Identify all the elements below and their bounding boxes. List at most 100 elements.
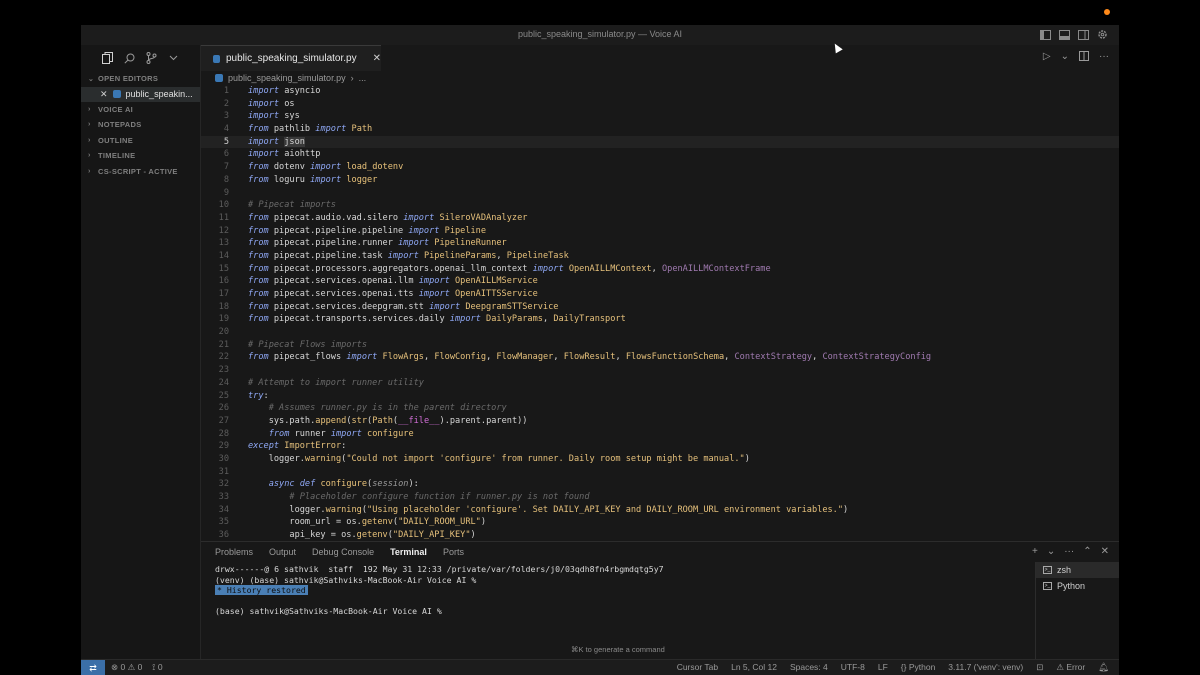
section-label: NOTEPADS — [98, 120, 142, 130]
indentation-status[interactable]: Spaces: 4 — [790, 662, 828, 673]
ports-status[interactable]: ⟟ 0 — [152, 662, 162, 673]
more-actions-icon[interactable]: ··· — [1099, 51, 1109, 64]
more-actions-icon[interactable]: ··· — [1064, 546, 1074, 557]
tab-public-speaking-simulator[interactable]: public_speaking_simulator.py ✕ — [201, 45, 381, 71]
toggle-panel-icon[interactable] — [1058, 28, 1071, 41]
history-restored-badge: * History restored — [215, 585, 308, 595]
errors-warnings-status[interactable]: ⊗ 0 ⚠ 0 — [111, 662, 142, 673]
editor-window: public_speaking_simulator.py — Voice AI — [81, 25, 1119, 675]
cursor-tab-status[interactable]: Cursor Tab — [677, 662, 718, 673]
code-line-active: 5 import json — [201, 135, 1119, 149]
code-line: 32 async def configure(session): — [218, 479, 419, 490]
voice-ai-section[interactable]: › VOICE AI — [81, 102, 200, 118]
search-icon[interactable] — [121, 50, 137, 66]
section-label: CS-SCRIPT - ACTIVE — [98, 166, 178, 176]
code-line: 9 — [223, 187, 229, 198]
settings-gear-icon[interactable] — [1096, 28, 1109, 41]
add-terminal-icon[interactable]: + — [1032, 546, 1038, 557]
chevron-down-icon[interactable] — [165, 50, 181, 66]
terminal-output[interactable]: drwx------@ 6 sathvik staff 192 May 31 1… — [215, 564, 664, 617]
remote-icon[interactable]: ⇄ — [81, 660, 105, 675]
code-line: 7 from dotenv import load_dotenv — [223, 162, 404, 173]
code-line: 30 logger.warning("Could not import 'con… — [218, 453, 750, 464]
code-line: 24 # Attempt to import runner utility — [218, 377, 424, 388]
run-icon[interactable]: ▷ — [1043, 51, 1051, 64]
explorer-files-icon[interactable] — [99, 50, 115, 66]
code-editor[interactable]: 1 import asyncio 2 import os 3 import sys 4… — [201, 85, 1119, 541]
python-file-icon — [112, 90, 121, 98]
terminal-icon: >_ — [1043, 566, 1052, 574]
open-editors-section[interactable]: ⌄ OPEN EDITORS — [81, 71, 200, 87]
terminal-icon: >_ — [1043, 582, 1052, 590]
terminal-item-python[interactable]: >_ Python — [1036, 578, 1119, 594]
chevron-right-icon: › — [88, 105, 91, 113]
notifications-bell-icon[interactable]: 🔔︎ — [1098, 662, 1109, 673]
section-label: VOICE AI — [98, 104, 134, 114]
section-label: OPEN EDITORS — [98, 74, 159, 84]
status-bar: ⇄ ⊗ 0 ⚠ 0 ⟟ 0 Cursor Tab Ln 5, Col 12 Sp… — [81, 659, 1119, 675]
code-line: 6 import aiohttp — [223, 149, 321, 160]
panel-tabs: Problems Output Debug Console Terminal P… — [201, 542, 1119, 562]
code-line: 27 sys.path.append(str(Path(__file__).pa… — [218, 415, 528, 426]
tab-output[interactable]: Output — [269, 547, 296, 557]
code-line: 31 — [218, 466, 229, 477]
terminal-icon[interactable]: ⊡ — [1036, 662, 1043, 673]
cursor-position-status[interactable]: Ln 5, Col 12 — [731, 662, 777, 673]
editor-tabs: public_speaking_simulator.py ✕ ▷ ⌄ ··· — [201, 45, 1119, 71]
code-line: 1 import asyncio — [223, 86, 321, 96]
tab-problems[interactable]: Problems — [215, 547, 253, 557]
terminal-line: drwx------@ 6 sathvik staff 192 May 31 1… — [215, 564, 664, 574]
chevron-right-icon: › — [88, 121, 91, 129]
eol-status[interactable]: LF — [878, 662, 888, 673]
code-line: 23 — [218, 365, 229, 376]
chevron-down-icon[interactable]: ⌄ — [1061, 51, 1069, 64]
python-file-icon — [213, 54, 220, 63]
chevron-down-icon: ⌄ — [88, 75, 95, 83]
bottom-panel: Problems Output Debug Console Terminal P… — [201, 541, 1119, 660]
code-line: 13 from pipecat.pipeline.runner import Pi… — [218, 238, 507, 249]
source-control-icon[interactable] — [143, 50, 159, 66]
tab-debug-console[interactable]: Debug Console — [312, 547, 374, 557]
sidebar-toolbar — [81, 45, 200, 71]
title-bar: public_speaking_simulator.py — Voice AI — [81, 25, 1119, 45]
chevron-down-icon[interactable]: ⌄ — [1047, 546, 1055, 557]
terminal-line: (venv) (base) sathvik@Sathviks-MacBook-A… — [215, 574, 477, 585]
breadcrumb-file[interactable]: public_speaking_simulator.py — [228, 73, 346, 83]
breadcrumb-more[interactable]: ... — [359, 73, 367, 83]
terminal-prompt: (base) sathvik@Sathviks-MacBook-Air Voic… — [215, 606, 442, 616]
command-hint: ⌘K to generate a command — [571, 645, 665, 654]
tab-terminal[interactable]: Terminal — [390, 547, 427, 557]
close-icon[interactable]: ✕ — [1101, 546, 1109, 557]
code-line: 35 room_url = os.getenv("DAILY_ROOM_URL"… — [218, 517, 487, 528]
timeline-section[interactable]: › TIMELINE — [81, 148, 200, 164]
language-status[interactable]: {} Python — [901, 662, 936, 673]
cs-script-section[interactable]: › CS-SCRIPT - ACTIVE — [81, 164, 200, 180]
code-line: 2 import os — [223, 98, 295, 109]
sidebar: ⌄ OPEN EDITORS ✕ public_speakin... › VOICE… — [81, 45, 201, 659]
code-line: 15 from pipecat.processors.aggregators.op… — [218, 263, 771, 274]
split-editor-icon[interactable] — [1079, 51, 1089, 64]
open-editor-file[interactable]: ✕ public_speakin... — [81, 86, 200, 102]
code-line: 8 from loguru import logger — [223, 174, 378, 185]
terminal-item-zsh[interactable]: >_ zsh — [1036, 562, 1119, 578]
close-icon[interactable]: ✕ — [100, 89, 108, 100]
code-line: 18 from pipecat.services.deepgram.stt imp… — [218, 301, 559, 312]
toggle-secondary-sidebar-icon[interactable] — [1077, 28, 1090, 41]
code-line: 25 try: — [218, 390, 269, 401]
code-line: 17 from pipecat.services.openai.tts impor… — [218, 289, 538, 299]
tab-ports[interactable]: Ports — [443, 547, 464, 557]
notepads-section[interactable]: › NOTEPADS — [81, 117, 200, 133]
encoding-status[interactable]: UTF-8 — [841, 662, 865, 673]
toggle-sidebar-icon[interactable] — [1039, 28, 1052, 41]
outline-section[interactable]: › OUTLINE — [81, 133, 200, 149]
chevron-right-icon: › — [350, 73, 354, 83]
chevron-right-icon: › — [88, 152, 91, 160]
section-label: TIMELINE — [98, 151, 136, 161]
code-line: 20 — [218, 327, 229, 338]
error-status[interactable]: ⚠ Error — [1056, 662, 1085, 673]
close-icon[interactable]: ✕ — [373, 53, 381, 64]
terminal-list: >_ zsh >_ Python — [1035, 562, 1119, 660]
python-file-icon — [215, 74, 223, 82]
maximize-panel-icon[interactable]: ⌃ — [1083, 546, 1091, 557]
interpreter-status[interactable]: 3.11.7 ('venv': venv) — [948, 662, 1023, 673]
